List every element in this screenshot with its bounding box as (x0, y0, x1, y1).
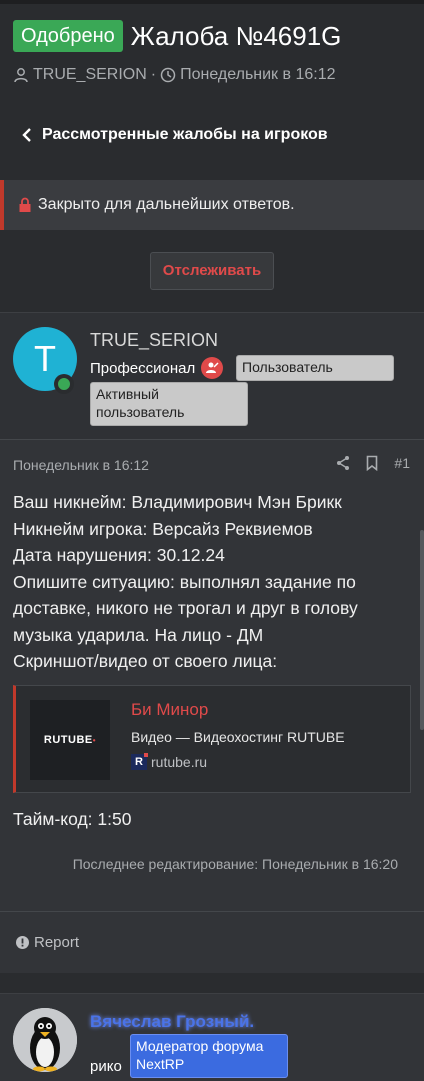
user-icon (14, 68, 28, 83)
rank-badge-icon (201, 357, 224, 379)
post-number-link[interactable]: #1 (394, 455, 410, 471)
embed-description: Видео — Видеохостинг RUTUBE (131, 729, 345, 745)
alert-icon (16, 936, 29, 949)
thread-date-link[interactable]: Понедельник в 16:12 (180, 66, 335, 84)
status-badge: Одобрено (13, 20, 123, 52)
share-icon[interactable] (336, 455, 350, 471)
thread-title-row: Одобрено Жалоба №4691G (13, 20, 341, 52)
embed-site: R rutube.ru (131, 753, 208, 770)
link-embed[interactable]: RUTUBE • Би Минор Видео — Видеохостинг RU… (13, 685, 411, 793)
thread-meta: TRUE_SERION · Понедельник в 16:12 (13, 66, 335, 84)
post-body-line: Дата нарушения: 30.12.24 (13, 545, 225, 565)
online-status-indicator (54, 374, 74, 394)
moderator-tag: Модератор форума NextRP (130, 1034, 288, 1078)
post-actions: #1 (320, 455, 410, 471)
follow-button[interactable]: Отслеживать (150, 252, 274, 290)
post-author-box: T TRUE_SERION Профессионал Пользователь … (0, 313, 424, 440)
closed-notice-text: Закрыто для дальнейших ответов. (38, 196, 295, 213)
post-body: Ваш никнейм: Владимирович Мэн Брикк Никн… (13, 489, 413, 675)
rutube-favicon-icon: R (131, 753, 148, 770)
post-date[interactable]: Понедельник в 16:12 (13, 457, 149, 473)
post-footer: Report (0, 911, 424, 972)
avatar[interactable] (13, 1008, 77, 1072)
post-body-line: Ваш никнейм: Владимирович Мэн Брикк (13, 492, 342, 512)
report-label: Report (34, 934, 80, 951)
user-tag-active: Активный пользователь (90, 382, 248, 426)
chevron-left-icon (22, 128, 31, 142)
timecode-text: Тайм-код: 1:50 (13, 809, 132, 829)
clock-icon (160, 67, 176, 83)
post-body-line: Опишите ситуацию: выполнял задание по до… (13, 571, 358, 645)
penguin-avatar-icon (13, 1008, 77, 1072)
post-body-line: Никнейм игрока: Версайз Реквиемов (13, 518, 313, 539)
scrollbar[interactable] (420, 530, 424, 730)
post-author-rank: рико (90, 1058, 122, 1075)
post-author-rank: Профессионал (90, 357, 224, 379)
meta-separator: · (150, 66, 157, 83)
post-author-name[interactable]: Вячеслав Грозный. (90, 1012, 254, 1032)
embed-site-name: rutube.ru (151, 754, 208, 770)
bookmark-icon[interactable] (366, 455, 378, 471)
embed-title-link[interactable]: Би Минор (131, 700, 208, 720)
last-edited-note: Последнее редактирование: Понедельник в … (72, 856, 398, 872)
lock-icon (19, 197, 31, 212)
post-1: T TRUE_SERION Профессионал Пользователь … (0, 312, 424, 973)
report-button[interactable]: Report (16, 934, 79, 951)
embed-thumbnail-logo: RUTUBE (43, 734, 93, 746)
thread-author-link[interactable]: TRUE_SERION (33, 66, 147, 84)
closed-notice: Закрыто для дальнейших ответов. (0, 180, 424, 230)
top-divider (0, 0, 424, 4)
page-title: Жалоба №4691G (130, 21, 342, 51)
post-author-name[interactable]: TRUE_SERION (90, 330, 218, 351)
rank-label: Профессионал (90, 359, 196, 377)
user-tag-user: Пользователь (236, 355, 394, 381)
post-body-line: Скриншот/видео от своего лица: (13, 651, 278, 671)
embed-thumbnail[interactable]: RUTUBE • (30, 700, 110, 780)
post-2: Вячеслав Грозный. рико Модератор форума … (0, 993, 424, 1081)
breadcrumb-back-link[interactable]: Рассмотренные жалобы на игроков (22, 126, 328, 144)
breadcrumb-label: Рассмотренные жалобы на игроков (42, 126, 328, 143)
